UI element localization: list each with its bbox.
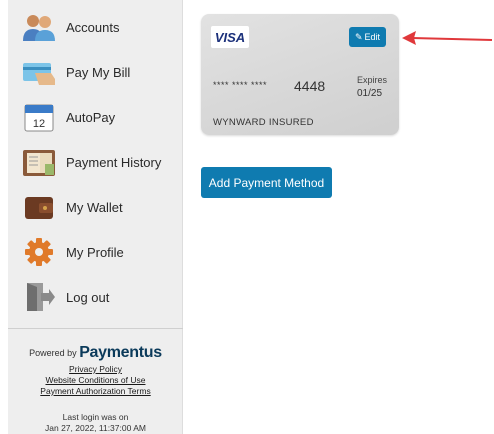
divider xyxy=(8,328,183,329)
gear-icon xyxy=(20,236,58,268)
visa-logo: VISA xyxy=(211,26,249,48)
website-conditions-link[interactable]: Website Conditions of Use xyxy=(8,375,183,386)
calendar-day: 12 xyxy=(33,118,45,130)
card-masked-number: **** **** **** xyxy=(213,80,268,90)
add-payment-method-button[interactable]: Add Payment Method xyxy=(201,167,332,198)
sidebar-item-payment-history[interactable]: Payment History xyxy=(20,144,161,180)
expires-value: 01/25 xyxy=(357,88,383,99)
sidebar-item-label: Accounts xyxy=(66,19,120,35)
payment-card: VISA ✎ Edit **** **** **** 4448 Expires … xyxy=(201,14,399,135)
annotation-arrow-icon xyxy=(402,31,493,45)
pencil-icon: ✎ xyxy=(354,31,363,42)
accounts-icon xyxy=(20,11,58,43)
card-holder: WYNWARD INSURED xyxy=(213,117,314,128)
calendar-icon: 12 xyxy=(20,101,58,133)
footer-links: Privacy Policy Website Conditions of Use… xyxy=(8,364,183,397)
sidebar-item-label: Pay My Bill xyxy=(66,64,131,80)
sidebar-item-my-wallet[interactable]: My Wallet xyxy=(20,189,123,225)
edit-button[interactable]: ✎ Edit xyxy=(349,27,386,47)
last-login-label: Last login was on xyxy=(62,412,129,422)
sidebar-item-label: Log out xyxy=(66,289,110,305)
powered-by: Powered by Paymentus xyxy=(8,344,183,362)
sidebar-item-log-out[interactable]: Log out xyxy=(20,279,109,315)
sidebar-item-accounts[interactable]: Accounts xyxy=(20,9,119,45)
sidebar-item-label: Payment History xyxy=(66,154,162,170)
edit-label: Edit xyxy=(364,32,381,42)
powered-by-label: Powered by xyxy=(29,348,77,358)
sidebar-item-label: My Wallet xyxy=(66,199,123,215)
last-login: Last login was on Jan 27, 2022, 11:37:00… xyxy=(8,412,183,434)
sidebar: Accounts Pay My Bill 12 AutoPay Payment … xyxy=(8,0,183,434)
sidebar-item-my-profile[interactable]: My Profile xyxy=(20,234,124,270)
sidebar-item-pay-my-bill[interactable]: Pay My Bill xyxy=(20,54,130,90)
last-login-value: Jan 27, 2022, 11:37:00 AM xyxy=(45,423,146,433)
card-last4: 4448 xyxy=(294,78,326,94)
paymentus-logo: Paymentus xyxy=(79,344,162,361)
sidebar-item-autopay[interactable]: 12 AutoPay xyxy=(20,99,115,135)
privacy-policy-link[interactable]: Privacy Policy xyxy=(8,364,183,375)
sidebar-item-label: My Profile xyxy=(66,244,124,260)
wallet-icon xyxy=(20,191,58,223)
payment-authorization-link[interactable]: Payment Authorization Terms xyxy=(8,386,183,397)
expires-label: Expires xyxy=(357,75,388,85)
sidebar-item-label: AutoPay xyxy=(66,109,116,125)
payment-history-icon xyxy=(20,146,58,178)
pay-bill-icon xyxy=(20,56,58,88)
logout-icon xyxy=(20,281,58,313)
